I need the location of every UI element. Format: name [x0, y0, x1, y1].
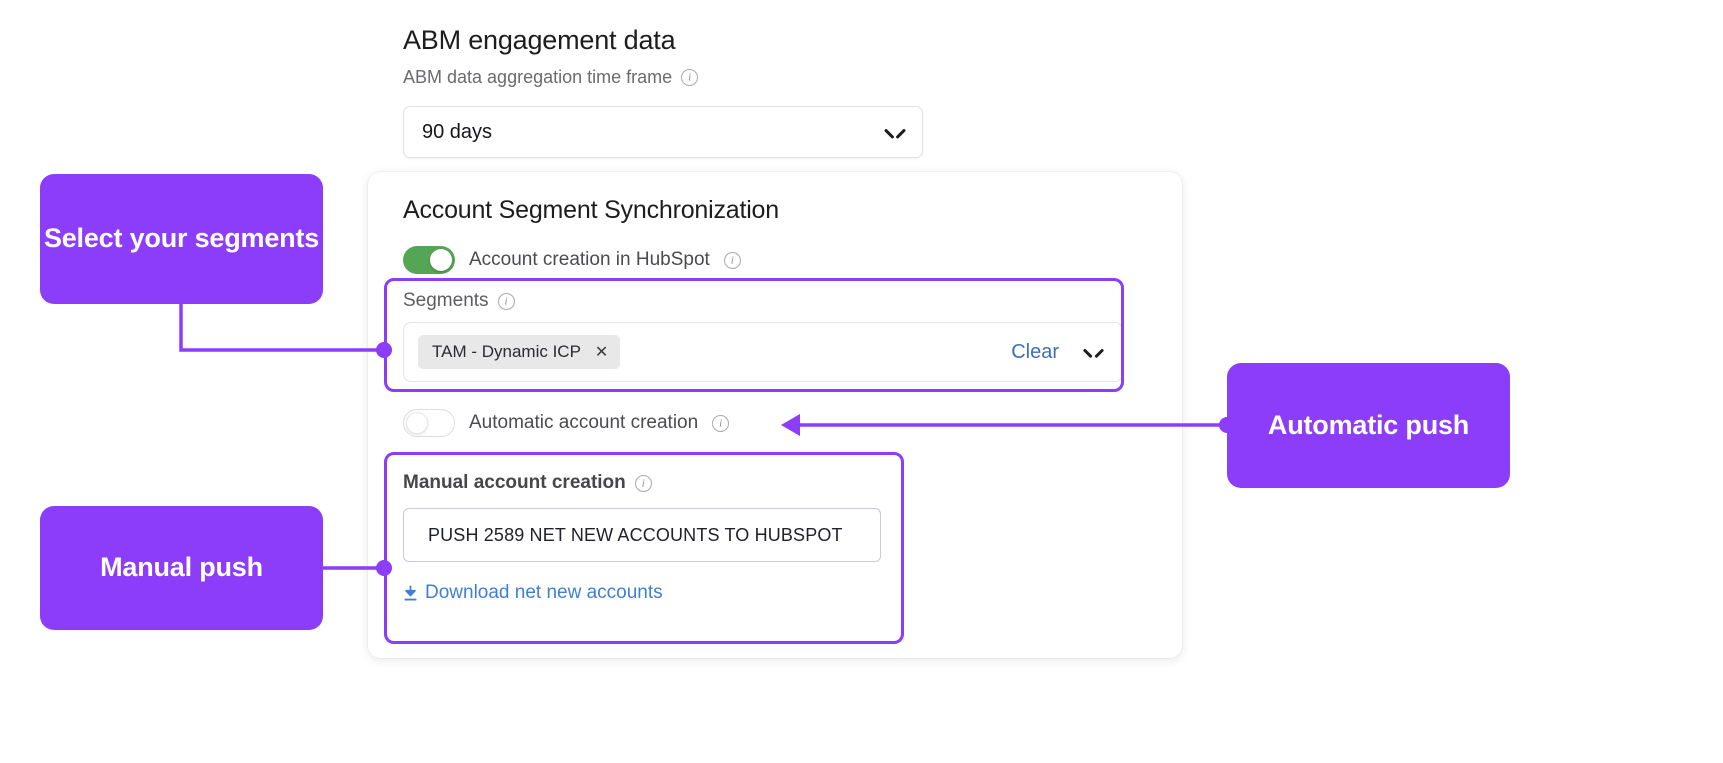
hubspot-creation-toggle[interactable]	[403, 246, 455, 274]
push-accounts-button[interactable]: PUSH 2589 NET NEW ACCOUNTS TO HUBSPOT	[403, 508, 881, 562]
clear-button[interactable]: Clear	[1011, 341, 1059, 364]
segments-block: Segments i TAM - Dynamic ICP ✕ Clear	[403, 290, 1123, 382]
chevron-down-icon	[886, 127, 904, 138]
manual-creation-label: Manual account creation	[403, 472, 626, 493]
info-icon[interactable]: i	[723, 251, 741, 269]
segment-chip-label: TAM - Dynamic ICP	[432, 342, 581, 361]
manual-creation-block: Manual account creation i PUSH 2589 NET …	[403, 472, 903, 604]
chevron-down-icon[interactable]	[1085, 347, 1102, 357]
segments-actions: Clear	[1011, 341, 1108, 364]
download-net-new-accounts-link[interactable]: Download net new accounts	[403, 582, 903, 604]
hubspot-creation-label: Account creation in HubSpot	[469, 249, 710, 270]
callout-select-segments: Select your segments	[40, 174, 323, 304]
download-link-label: Download net new accounts	[425, 582, 663, 603]
automatic-creation-label: Automatic account creation	[469, 412, 699, 433]
subtitle-row: ABM data aggregation time frame i	[403, 65, 1023, 89]
toggle-knob	[430, 249, 452, 271]
time-frame-select[interactable]: 90 days	[403, 106, 923, 158]
info-icon[interactable]: i	[497, 292, 515, 310]
screenshot-stage: ABM engagement data ABM data aggregation…	[0, 0, 1723, 763]
info-icon[interactable]: i	[681, 68, 699, 86]
close-icon[interactable]: ✕	[595, 342, 608, 362]
download-icon	[404, 585, 417, 601]
info-icon[interactable]: i	[712, 414, 730, 432]
manual-label-row: Manual account creation i	[403, 472, 903, 494]
header: ABM engagement data ABM data aggregation…	[403, 22, 1023, 89]
account-segment-sync-card: Account Segment Synchronization Account …	[368, 172, 1182, 658]
subtitle-label: ABM data aggregation time frame	[403, 67, 673, 87]
callout-manual-push: Manual push	[40, 506, 323, 630]
hubspot-creation-toggle-row: Account creation in HubSpot i	[403, 246, 741, 274]
time-frame-value: 90 days	[422, 120, 493, 143]
segments-label-row: Segments i	[403, 290, 1123, 312]
automatic-creation-toggle-row: Automatic account creation i	[403, 409, 730, 437]
segment-chip[interactable]: TAM - Dynamic ICP ✕	[418, 335, 621, 369]
segments-select[interactable]: TAM - Dynamic ICP ✕ Clear	[403, 322, 1123, 382]
info-icon[interactable]: i	[634, 474, 652, 492]
toggle-knob	[406, 411, 428, 434]
card-title: Account Segment Synchronization	[403, 196, 779, 224]
page-title: ABM engagement data	[403, 25, 676, 55]
segments-label: Segments	[403, 290, 489, 311]
callout-automatic-push: Automatic push	[1227, 363, 1510, 488]
automatic-creation-toggle[interactable]	[403, 409, 455, 437]
